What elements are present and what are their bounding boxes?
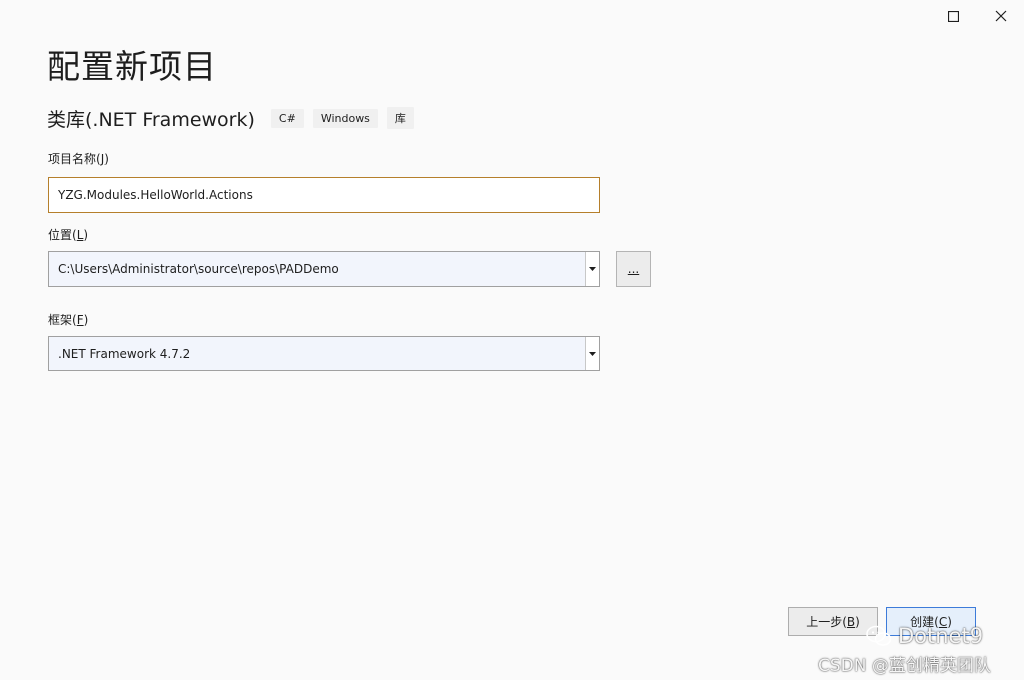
tag-language: C# [270, 108, 304, 128]
tag-project-type: 库 [386, 107, 414, 129]
watermark-line1: Dotnet9 [898, 624, 984, 648]
close-icon [995, 10, 1007, 22]
project-name-value: YZG.Modules.HelloWorld.Actions [58, 188, 253, 202]
location-label: 位置(L) [48, 228, 89, 242]
browse-button[interactable]: ... [616, 251, 651, 287]
wechat-icon [866, 625, 892, 647]
browse-button-label: ... [627, 262, 640, 276]
back-button-label: 上一步 [806, 615, 843, 629]
project-name-input[interactable]: YZG.Modules.HelloWorld.Actions [48, 177, 600, 213]
maximize-icon [947, 10, 959, 22]
framework-label: 框架(F) [48, 313, 89, 327]
tag-platform: Windows [312, 108, 378, 128]
location-dropdown-toggle[interactable] [585, 252, 599, 286]
close-button[interactable] [991, 6, 1011, 26]
back-access-key: B [846, 614, 856, 629]
location-combobox[interactable]: C:\Users\Administrator\source\repos\PADD… [48, 251, 600, 287]
chevron-down-icon [589, 267, 596, 271]
maximize-button[interactable] [943, 6, 963, 26]
chevron-down-icon [589, 351, 596, 356]
template-info: 类库(.NET Framework) C# Windows 库 [47, 104, 423, 132]
back-button[interactable]: 上一步(B) [788, 607, 878, 636]
watermark-brand: Dotnet9 [866, 624, 983, 648]
framework-value: .NET Framework 4.7.2 [58, 346, 191, 361]
page-title: 配置新项目 [47, 47, 217, 86]
framework-combobox[interactable]: .NET Framework 4.7.2 [48, 336, 600, 371]
watermark-line2: CSDN @蓝创精英团队 [818, 656, 991, 676]
location-value: C:\Users\Administrator\source\repos\PADD… [58, 262, 339, 276]
framework-dropdown-toggle[interactable] [585, 337, 599, 370]
template-name: 类库(.NET Framework) [47, 108, 255, 131]
project-name-label: 项目名称(J) [48, 152, 109, 166]
